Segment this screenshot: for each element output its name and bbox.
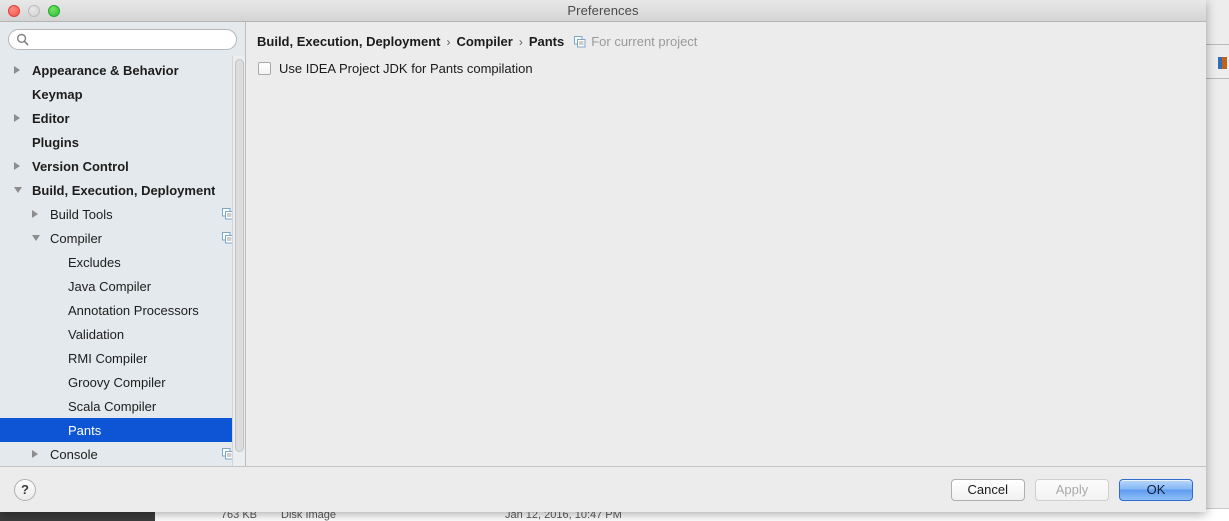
sidebar-item-pants[interactable]: Pants [0,418,245,442]
sidebar-item-label: RMI Compiler [68,350,148,366]
search-icon [16,33,29,46]
chevron-right-icon[interactable] [32,450,46,458]
sidebar-item-label: Scala Compiler [68,398,157,414]
chevron-down-icon[interactable] [14,187,28,193]
sidebar-item-label: Build Tools [50,206,113,222]
background-window-right-edge [1205,0,1229,508]
option-row-use-idea-jdk[interactable]: Use IDEA Project JDK for Pants compilati… [246,49,1206,76]
sidebar-item-label: Compiler [50,230,103,246]
breadcrumb-part-3: Pants [528,34,565,49]
chevron-right-icon[interactable] [14,66,28,74]
sidebar-scrollbar-thumb[interactable] [235,59,244,452]
settings-sidebar: Appearance & Behavior Keymap Editor Plugins… [0,22,246,466]
chevron-down-icon[interactable] [32,235,46,241]
sidebar-item-label: Plugins [32,134,79,150]
sidebar-item-plugins[interactable]: Plugins [0,130,245,154]
settings-tree: Appearance & Behavior Keymap Editor Plugins… [0,56,245,466]
sidebar-item-build-execution-deployment[interactable]: Build, Execution, Deployment [0,178,245,202]
sidebar-item-appearance-behavior[interactable]: Appearance & Behavior [0,58,245,82]
sidebar-item-console[interactable]: Console [0,442,245,466]
sidebar-item-label: Appearance & Behavior [32,62,179,78]
sidebar-item-validation[interactable]: Validation [0,322,245,346]
project-scope-label: For current project [591,34,698,49]
use-idea-jdk-checkbox[interactable] [258,62,271,75]
sidebar-item-label: Version Control [32,158,129,174]
sidebar-item-rmi-compiler[interactable]: RMI Compiler [0,346,245,370]
search-field[interactable] [8,29,237,50]
project-scope-icon [574,35,586,47]
breadcrumb-part-1[interactable]: Build, Execution, Deployment [257,34,440,49]
sidebar-item-editor[interactable]: Editor [0,106,245,130]
sidebar-item-groovy-compiler[interactable]: Groovy Compiler [0,370,245,394]
cancel-button[interactable]: Cancel [950,478,1025,501]
chevron-right-icon[interactable] [32,210,46,218]
sidebar-item-java-compiler[interactable]: Java Compiler [0,274,245,298]
sidebar-item-annotation-processors[interactable]: Annotation Processors [0,298,245,322]
dialog-body: Appearance & Behavior Keymap Editor Plugins… [0,22,1206,466]
title-bar: Preferences [0,0,1206,22]
sidebar-scrollbar[interactable] [232,56,245,466]
background-divider-line [1205,44,1229,45]
sidebar-item-version-control[interactable]: Version Control [0,154,245,178]
close-button[interactable] [8,4,20,17]
sidebar-item-label: Annotation Processors [68,302,199,318]
minimize-button[interactable] [28,4,40,17]
breadcrumb: Build, Execution, Deployment › Compiler … [246,22,1206,49]
preferences-dialog: Preferences Appearance & Behavior Keymap E… [0,0,1206,512]
sidebar-item-label: Keymap [32,86,83,102]
sidebar-item-keymap[interactable]: Keymap [0,82,245,106]
sidebar-item-label: Build, Execution, Deployment [32,182,216,198]
project-scope-note: For current project [574,34,697,49]
ok-button[interactable]: OK [1119,478,1193,501]
sidebar-item-label: Editor [32,110,70,126]
settings-tree-scroll-area: Appearance & Behavior Keymap Editor Plugins… [0,56,245,466]
settings-content-pane: Build, Execution, Deployment › Compiler … [246,22,1206,466]
sidebar-item-label: Groovy Compiler [68,374,166,390]
apply-button[interactable]: Apply [1035,478,1109,501]
search-container [0,22,245,56]
background-divider-line [1205,78,1229,79]
use-idea-jdk-label: Use IDEA Project JDK for Pants compilati… [279,61,533,76]
chevron-right-icon[interactable] [14,162,28,170]
dialog-footer: ? Cancel Apply OK [0,466,1206,512]
background-color-marker [1218,57,1227,69]
sidebar-item-compiler[interactable]: Compiler [0,226,245,250]
chevron-right-icon[interactable] [14,114,28,122]
breadcrumb-separator-icon: › [446,34,451,49]
sidebar-item-label: Pants [68,422,102,438]
window-title: Preferences [567,2,639,18]
breadcrumb-part-2[interactable]: Compiler [456,34,512,49]
sidebar-item-label: Excludes [68,254,121,270]
sidebar-item-excludes[interactable]: Excludes [0,250,245,274]
sidebar-item-scala-compiler[interactable]: Scala Compiler [0,394,245,418]
sidebar-item-label: Console [50,446,98,462]
zoom-button[interactable] [48,4,60,17]
help-button[interactable]: ? [14,478,36,501]
sidebar-item-build-tools[interactable]: Build Tools [0,202,245,226]
breadcrumb-separator-icon: › [518,34,523,49]
window-controls [0,4,60,17]
sidebar-item-label: Validation [68,326,125,342]
search-input[interactable] [34,32,228,47]
sidebar-item-label: Java Compiler [68,278,152,294]
